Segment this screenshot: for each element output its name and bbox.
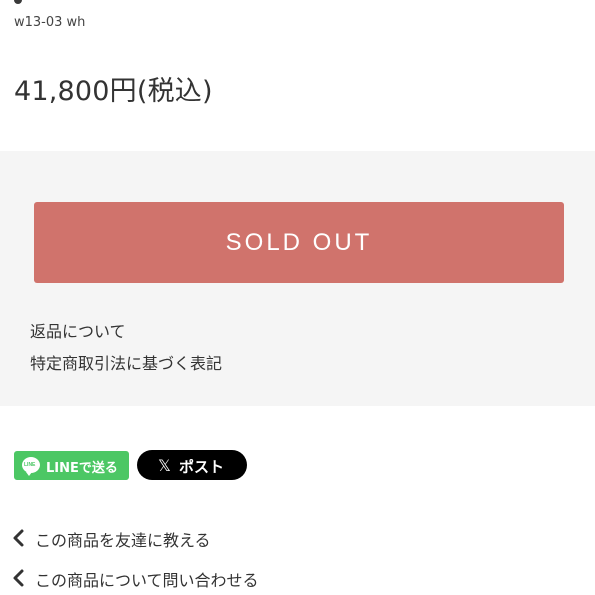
x-post-label: ポスト <box>179 458 225 476</box>
line-icon-text: LINE <box>24 462 36 468</box>
product-price: 41,800円(税込) <box>14 76 213 107</box>
line-share-label: LINEで送る <box>46 461 118 476</box>
product-code: w13-03 wh <box>14 15 86 30</box>
sold-out-button[interactable]: SOLD OUT <box>34 202 564 283</box>
chevron-left-icon <box>13 569 24 587</box>
tell-friend-label: この商品を友達に教える <box>35 531 211 550</box>
product-inquiry-label: この商品について問い合わせる <box>35 571 259 590</box>
line-share-button[interactable]: LINE LINEで送る <box>14 451 129 480</box>
product-page: w13-03 wh 41,800円(税込) SOLD OUT 返品について 特定… <box>0 0 595 595</box>
purchase-panel: SOLD OUT 返品について 特定商取引法に基づく表記 <box>0 151 595 406</box>
chevron-left-icon <box>13 529 24 547</box>
line-icon: LINE <box>22 457 40 476</box>
legal-notice-link[interactable]: 特定商取引法に基づく表記 <box>30 350 222 374</box>
x-logo-icon: 𝕏 <box>158 456 171 475</box>
returns-policy-link[interactable]: 返品について <box>30 318 126 342</box>
cropped-text-fragment <box>14 0 22 4</box>
x-post-button[interactable]: 𝕏 ポスト <box>137 450 247 480</box>
